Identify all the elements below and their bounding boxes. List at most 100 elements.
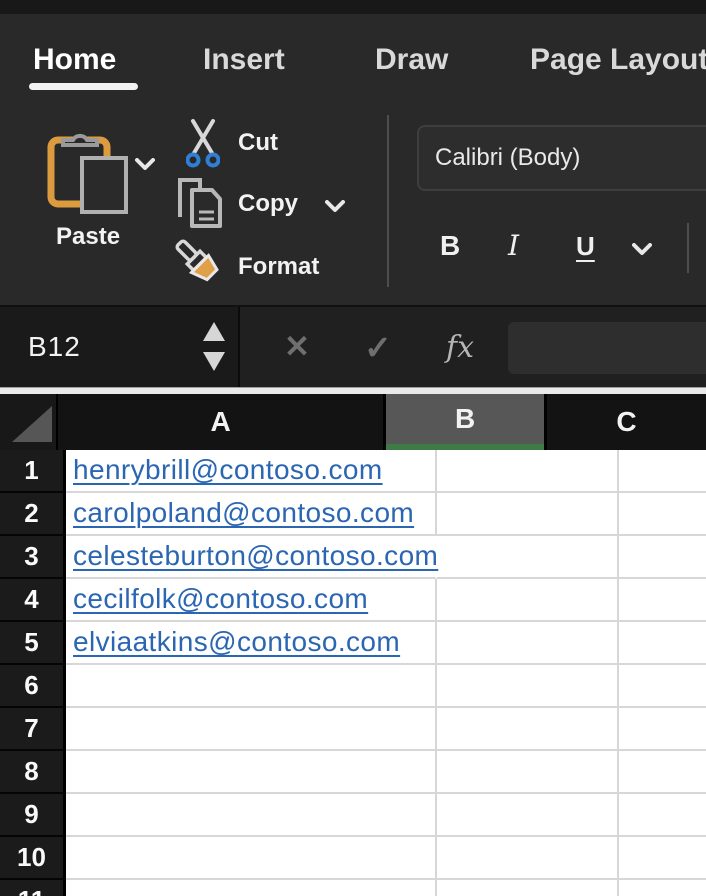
email-link[interactable]: celesteburton@contoso.com [66,540,438,577]
row-header-5[interactable]: 5 [0,622,66,665]
row-header-6[interactable]: 6 [0,665,66,708]
insert-function-icon[interactable]: fx [430,307,490,387]
cell-a7[interactable] [66,708,437,751]
cell-a1[interactable]: henrybrill@contoso.com [66,450,437,493]
row-header-4[interactable]: 4 [0,579,66,622]
cell-c10[interactable] [619,837,706,880]
row-header-10[interactable]: 10 [0,837,66,880]
cell-a2[interactable]: carolpoland@contoso.com [66,493,437,536]
grid-row-10: 10 [0,837,706,880]
cell-a3[interactable]: celesteburton@contoso.com [66,536,437,579]
grid-row-4: 4 cecilfolk@contoso.com [0,579,706,622]
grid-row-2: 2 carolpoland@contoso.com [0,493,706,536]
cut-label: Cut [238,129,278,157]
cell-b8[interactable] [437,751,619,794]
bold-button[interactable]: B [440,230,460,262]
scissors-icon [186,119,220,169]
worksheet-grid: 1 henrybrill@contoso.com 2 carolpoland@c… [0,450,706,896]
tab-page-layout[interactable]: Page Layout [530,40,706,80]
paste-label: Paste [56,223,120,251]
cell-b9[interactable] [437,794,619,837]
ribbon-tab-bar: Home Insert Draw Page Layout [0,14,706,103]
italic-button[interactable]: I [508,229,519,262]
underline-button[interactable]: U [576,231,595,262]
grid-row-11: 11 [0,880,706,896]
cell-b4[interactable] [437,579,619,622]
cell-c5[interactable] [619,622,706,665]
email-link[interactable]: carolpoland@contoso.com [66,497,414,534]
formula-grid-separator [0,387,706,394]
formula-bar: B12 ✕ ✓ fx [0,305,706,387]
copy-label: Copy [238,190,298,218]
column-header-a[interactable]: A [58,394,383,450]
cell-c3[interactable] [619,536,706,579]
cell-c7[interactable] [619,708,706,751]
format-painter-label: Format [238,253,319,281]
email-link[interactable]: cecilfolk@contoso.com [66,583,368,620]
row-header-7[interactable]: 7 [0,708,66,751]
format-painter-icon [174,239,226,289]
row-header-3[interactable]: 3 [0,536,66,579]
font-name-value: Calibri (Body) [435,144,580,172]
cell-a10[interactable] [66,837,437,880]
row-header-2[interactable]: 2 [0,493,66,536]
column-header-row: A B C [0,394,706,450]
cut-button[interactable] [186,119,220,169]
grid-row-9: 9 [0,794,706,837]
grid-row-5: 5 elviaatkins@contoso.com [0,622,706,665]
name-box-stepper[interactable] [203,307,227,387]
select-all-triangle-icon [12,406,52,442]
cell-a4[interactable]: cecilfolk@contoso.com [66,579,437,622]
tab-home[interactable]: Home [33,40,116,80]
cell-a5[interactable]: elviaatkins@contoso.com [66,622,437,665]
cell-b5[interactable] [437,622,619,665]
cell-b11[interactable] [437,880,619,896]
email-link[interactable]: henrybrill@contoso.com [66,454,383,491]
cell-a11[interactable] [66,880,437,896]
stepper-down-icon[interactable] [203,352,225,371]
row-header-8[interactable]: 8 [0,751,66,794]
cell-b10[interactable] [437,837,619,880]
email-link[interactable]: elviaatkins@contoso.com [66,626,400,663]
ribbon: Paste Cut [0,103,706,305]
row-header-9[interactable]: 9 [0,794,66,837]
ribbon-group-divider [387,115,389,287]
select-all-corner[interactable] [0,394,56,450]
active-tab-underline [29,83,138,90]
cell-a9[interactable] [66,794,437,837]
cancel-icon[interactable]: ✕ [272,307,322,387]
format-painter-button[interactable] [174,239,226,289]
tab-insert[interactable]: Insert [203,40,285,80]
copy-button[interactable] [176,177,224,229]
cell-c6[interactable] [619,665,706,708]
cell-c2[interactable] [619,493,706,536]
cell-c1[interactable] [619,450,706,493]
row-header-1[interactable]: 1 [0,450,66,493]
formula-input[interactable] [508,322,706,374]
paste-dropdown-chevron-icon[interactable] [135,158,155,171]
stepper-up-icon[interactable] [203,322,225,341]
cell-c4[interactable] [619,579,706,622]
grid-row-7: 7 [0,708,706,751]
cell-b3[interactable] [437,536,619,579]
cell-a6[interactable] [66,665,437,708]
cell-b2[interactable] [437,493,619,536]
cell-a8[interactable] [66,751,437,794]
ribbon-group-divider [687,223,689,273]
excel-window: Home Insert Draw Page Layout Paste [0,0,706,896]
cell-b7[interactable] [437,708,619,751]
font-name-dropdown[interactable]: Calibri (Body) [417,125,706,191]
underline-dropdown-chevron-icon[interactable] [632,243,652,256]
cell-c8[interactable] [619,751,706,794]
cell-b6[interactable] [437,665,619,708]
enter-check-icon[interactable]: ✓ [350,307,406,387]
tab-draw[interactable]: Draw [375,40,448,80]
copy-dropdown-chevron-icon[interactable] [325,200,345,213]
row-header-11[interactable]: 11 [0,880,66,896]
cell-c11[interactable] [619,880,706,896]
column-header-b-selected[interactable]: B [386,394,545,450]
grid-row-3: 3 celesteburton@contoso.com [0,536,706,579]
cell-b1[interactable] [437,450,619,493]
column-header-c[interactable]: C [547,394,706,450]
cell-c9[interactable] [619,794,706,837]
